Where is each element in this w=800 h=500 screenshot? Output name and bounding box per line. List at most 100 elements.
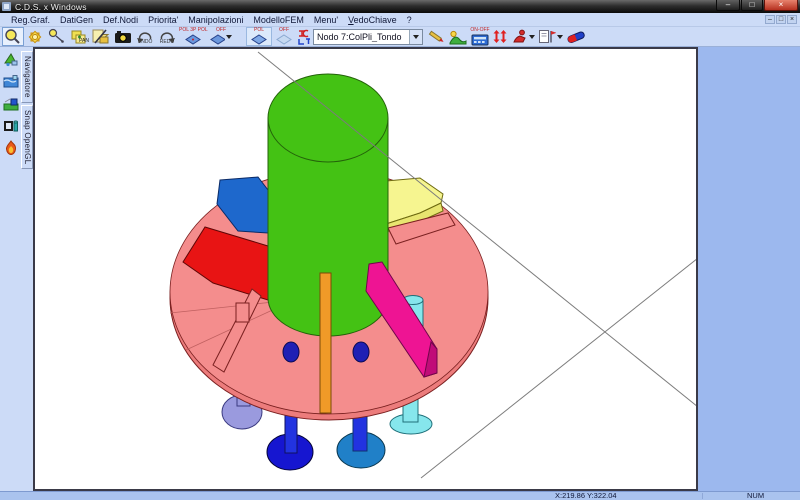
off-label-2: OFF	[273, 28, 295, 33]
prism-icon	[3, 52, 19, 68]
chevron-down-icon	[413, 35, 419, 39]
column-view-tool-button[interactable]	[1, 115, 21, 137]
undo-button[interactable]: UNDO	[134, 27, 156, 46]
dropdown-arrow-icon	[226, 35, 232, 39]
landscape-icon	[449, 29, 467, 45]
water-tool-button[interactable]	[1, 71, 21, 93]
mdi-client-area: Navigatore Snap OpenGL	[0, 47, 800, 491]
menu-priorita[interactable]: Priorita'	[143, 15, 183, 25]
menu-datigen[interactable]: DatiGen	[55, 15, 98, 25]
window-controls: – □ ×	[715, 0, 798, 11]
onoff-calculator-icon	[471, 34, 489, 46]
material-icon	[3, 96, 19, 112]
pan-button[interactable]: PAN	[68, 27, 90, 46]
menu-help[interactable]: ?	[402, 15, 417, 25]
pol-fill-button[interactable]: POL	[246, 27, 272, 46]
mdi-restore-button[interactable]: □	[776, 15, 786, 24]
window-title: C.D.S. x Windows	[15, 2, 87, 12]
prism-tool-button[interactable]	[1, 49, 21, 71]
menu-vedochiave[interactable]: VedoChiave	[343, 15, 402, 25]
off-button[interactable]: OFF	[272, 27, 296, 46]
stiffener-salmon-tab	[236, 303, 249, 322]
pol-3p-label: POL 3P POL	[179, 28, 207, 33]
zoom-extents-button[interactable]	[24, 27, 46, 46]
bolt-hole	[353, 342, 369, 362]
maximize-button[interactable]: □	[741, 0, 763, 11]
node-selector-value: Nodo 7:ColPli_Tondo	[314, 32, 409, 42]
node-selector[interactable]: Nodo 7:ColPli_Tondo	[313, 29, 423, 45]
zoom-extents-icon	[26, 28, 44, 46]
tab-navigatore[interactable]: Navigatore	[21, 51, 33, 103]
pol-off-button[interactable]: OFF	[208, 27, 234, 46]
viewport-3d[interactable]	[33, 47, 698, 491]
material-tool-button[interactable]	[1, 93, 21, 115]
page-flag-button[interactable]	[537, 27, 565, 46]
landscape-button[interactable]	[447, 27, 469, 46]
brush-tool-button[interactable]	[425, 27, 447, 46]
brush-tool-icon	[427, 29, 445, 45]
menu-modellofem[interactable]: ModelloFEM	[248, 15, 309, 25]
edit-3d-button[interactable]	[90, 27, 112, 46]
mdi-window-controls: – □ ×	[765, 15, 797, 24]
menu-bar: Reg.Graf. DatiGen Def.Nodi Priorita' Man…	[0, 13, 800, 27]
red-arrows-icon	[492, 29, 508, 44]
onoff-calculator-button[interactable]: ON-OFF	[469, 27, 491, 46]
pol-label: POL	[247, 28, 271, 33]
node-type-letters-icon	[297, 29, 310, 45]
undo-label: UNDO	[135, 40, 155, 45]
pol-off-diamond-icon	[209, 34, 225, 45]
zoom-pick-button[interactable]	[46, 27, 68, 46]
menu-def-nodi[interactable]: Def.Nodi	[98, 15, 143, 25]
bolt-hole	[283, 342, 299, 362]
zoom-window-icon	[4, 28, 22, 46]
mdi-close-button[interactable]: ×	[787, 15, 797, 24]
edit-3d-icon	[92, 28, 110, 46]
app-window: C.D.S. x Windows – □ × Reg.Graf. DatiGen…	[0, 0, 800, 500]
flame-tool-button[interactable]	[1, 137, 21, 159]
column-view-icon	[3, 118, 19, 134]
minimize-button[interactable]: –	[716, 0, 740, 11]
zoom-window-button[interactable]	[2, 27, 24, 46]
pol-diamond-icon	[250, 34, 268, 45]
onoff-label: ON-OFF	[470, 28, 490, 33]
mdi-minimize-button[interactable]: –	[765, 15, 775, 24]
worker-button[interactable]	[509, 27, 537, 46]
dropdown-arrow-icon	[557, 35, 563, 39]
close-icon: ×	[779, 1, 784, 9]
menu-reg-graf[interactable]: Reg.Graf.	[6, 15, 55, 25]
camera-button[interactable]	[112, 27, 134, 46]
cursor-coordinates: X:219.86 Y:322.04	[555, 492, 617, 500]
minimize-icon: –	[726, 1, 730, 9]
zoom-pick-icon	[48, 28, 66, 46]
pan-label: PAN	[79, 39, 89, 44]
numlock-indicator: NUM	[747, 492, 764, 500]
menu-menu[interactable]: Menu'	[309, 15, 343, 25]
model-scene	[35, 49, 696, 489]
page-flag-icon	[538, 29, 556, 44]
maximize-icon: □	[750, 1, 755, 9]
dropdown-arrow-icon	[529, 35, 535, 39]
statusbar-divider	[702, 493, 703, 499]
swap-arrows-button[interactable]	[491, 27, 509, 46]
node-type-button[interactable]	[296, 27, 311, 46]
close-button[interactable]: ×	[764, 0, 798, 11]
water-icon	[3, 74, 19, 90]
title-bar[interactable]: C.D.S. x Windows – □ ×	[0, 0, 800, 13]
off-label: OFF	[209, 28, 233, 33]
flame-icon	[3, 140, 19, 156]
pol-3p-button[interactable]: POL 3P POL	[178, 27, 208, 46]
menu-manipolazioni[interactable]: Manipolazioni	[183, 15, 248, 25]
camera-icon	[114, 28, 132, 46]
eraser-button[interactable]	[565, 27, 587, 46]
status-bar: X:219.86 Y:322.04 NUM	[0, 491, 800, 500]
eraser-icon	[566, 29, 586, 45]
left-sidebar: Navigatore Snap OpenGL	[0, 47, 33, 491]
tab-snap-opengl[interactable]: Snap OpenGL	[21, 105, 33, 169]
stiffener-orange	[320, 273, 331, 413]
pol-diamond-icon	[184, 34, 202, 45]
toolbar-separator	[234, 27, 246, 46]
column-top	[268, 74, 388, 162]
redo-button[interactable]: REDO	[156, 27, 178, 46]
combo-arrow-button[interactable]	[409, 30, 422, 44]
sidebar-tab-strip: Navigatore Snap OpenGL	[21, 47, 33, 491]
